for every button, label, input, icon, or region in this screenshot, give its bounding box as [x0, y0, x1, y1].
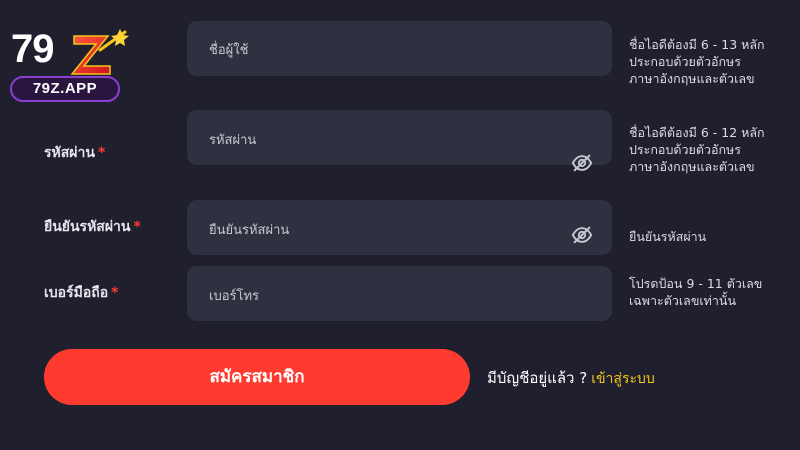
- phone-label-text: เบอร์มือถือ: [44, 285, 109, 301]
- username-placeholder: ชื่อผู้ใช้: [209, 43, 249, 58]
- have-account-row: มีบัญชีอยู่แล้ว ? เข้าสู่ระบบ: [487, 366, 655, 390]
- phone-label: เบอร์มือถือ *: [44, 282, 118, 304]
- eye-slash-icon[interactable]: [571, 224, 593, 246]
- required-mark: *: [97, 145, 106, 161]
- password-placeholder: รหัสผ่าน: [209, 133, 257, 148]
- eye-slash-icon[interactable]: [571, 152, 593, 174]
- brand-logo[interactable]: 79 79Z.APP: [8, 26, 129, 106]
- username-hint: ชื่อไอดีต้องมี 6 - 13 หลักประกอบด้วยตัวอ…: [629, 37, 765, 86]
- phone-hint: โปรดป้อน 9 - 11 ตัวเลข เฉพาะตัวเลขเท่านั…: [629, 276, 763, 308]
- password-hint: ชื่อไอดีต้องมี 6 - 12 หลักประกอบด้วยตัวอ…: [629, 125, 765, 174]
- password-label: รหัสผ่าน *: [44, 142, 105, 164]
- register-button[interactable]: สมัครสมาชิก: [44, 349, 470, 405]
- logo-site-badge: 79Z.APP: [10, 76, 120, 102]
- phone-field[interactable]: เบอร์โทร: [187, 266, 612, 321]
- logo-number: 79: [11, 27, 54, 71]
- password-field[interactable]: รหัสผ่าน: [187, 110, 612, 172]
- confirm-password-label-text: ยืนยันรหัสผ่าน: [44, 219, 131, 235]
- login-link[interactable]: เข้าสู่ระบบ: [591, 371, 655, 387]
- register-page: 79 79Z.APP ชื่อผู้ใช้ ชื่อไอดีต้องมี 6 -…: [0, 0, 800, 450]
- confirm-password-hint: ยืนยันรหัสผ่าน: [629, 229, 707, 244]
- confirm-password-label: ยืนยันรหัสผ่าน *: [44, 216, 141, 238]
- confirm-password-placeholder: ยืนยันรหัสผ่าน: [209, 223, 290, 238]
- confirm-password-field[interactable]: ยืนยันรหัสผ่าน: [187, 200, 612, 255]
- username-field[interactable]: ชื่อผู้ใช้: [187, 21, 612, 76]
- password-label-text: รหัสผ่าน: [44, 145, 95, 161]
- logo-z-mark: [70, 29, 129, 75]
- required-mark: *: [133, 219, 141, 235]
- required-mark: *: [111, 285, 119, 301]
- have-account-text: มีบัญชีอยู่แล้ว ?: [487, 369, 588, 387]
- phone-placeholder: เบอร์โทร: [209, 289, 260, 304]
